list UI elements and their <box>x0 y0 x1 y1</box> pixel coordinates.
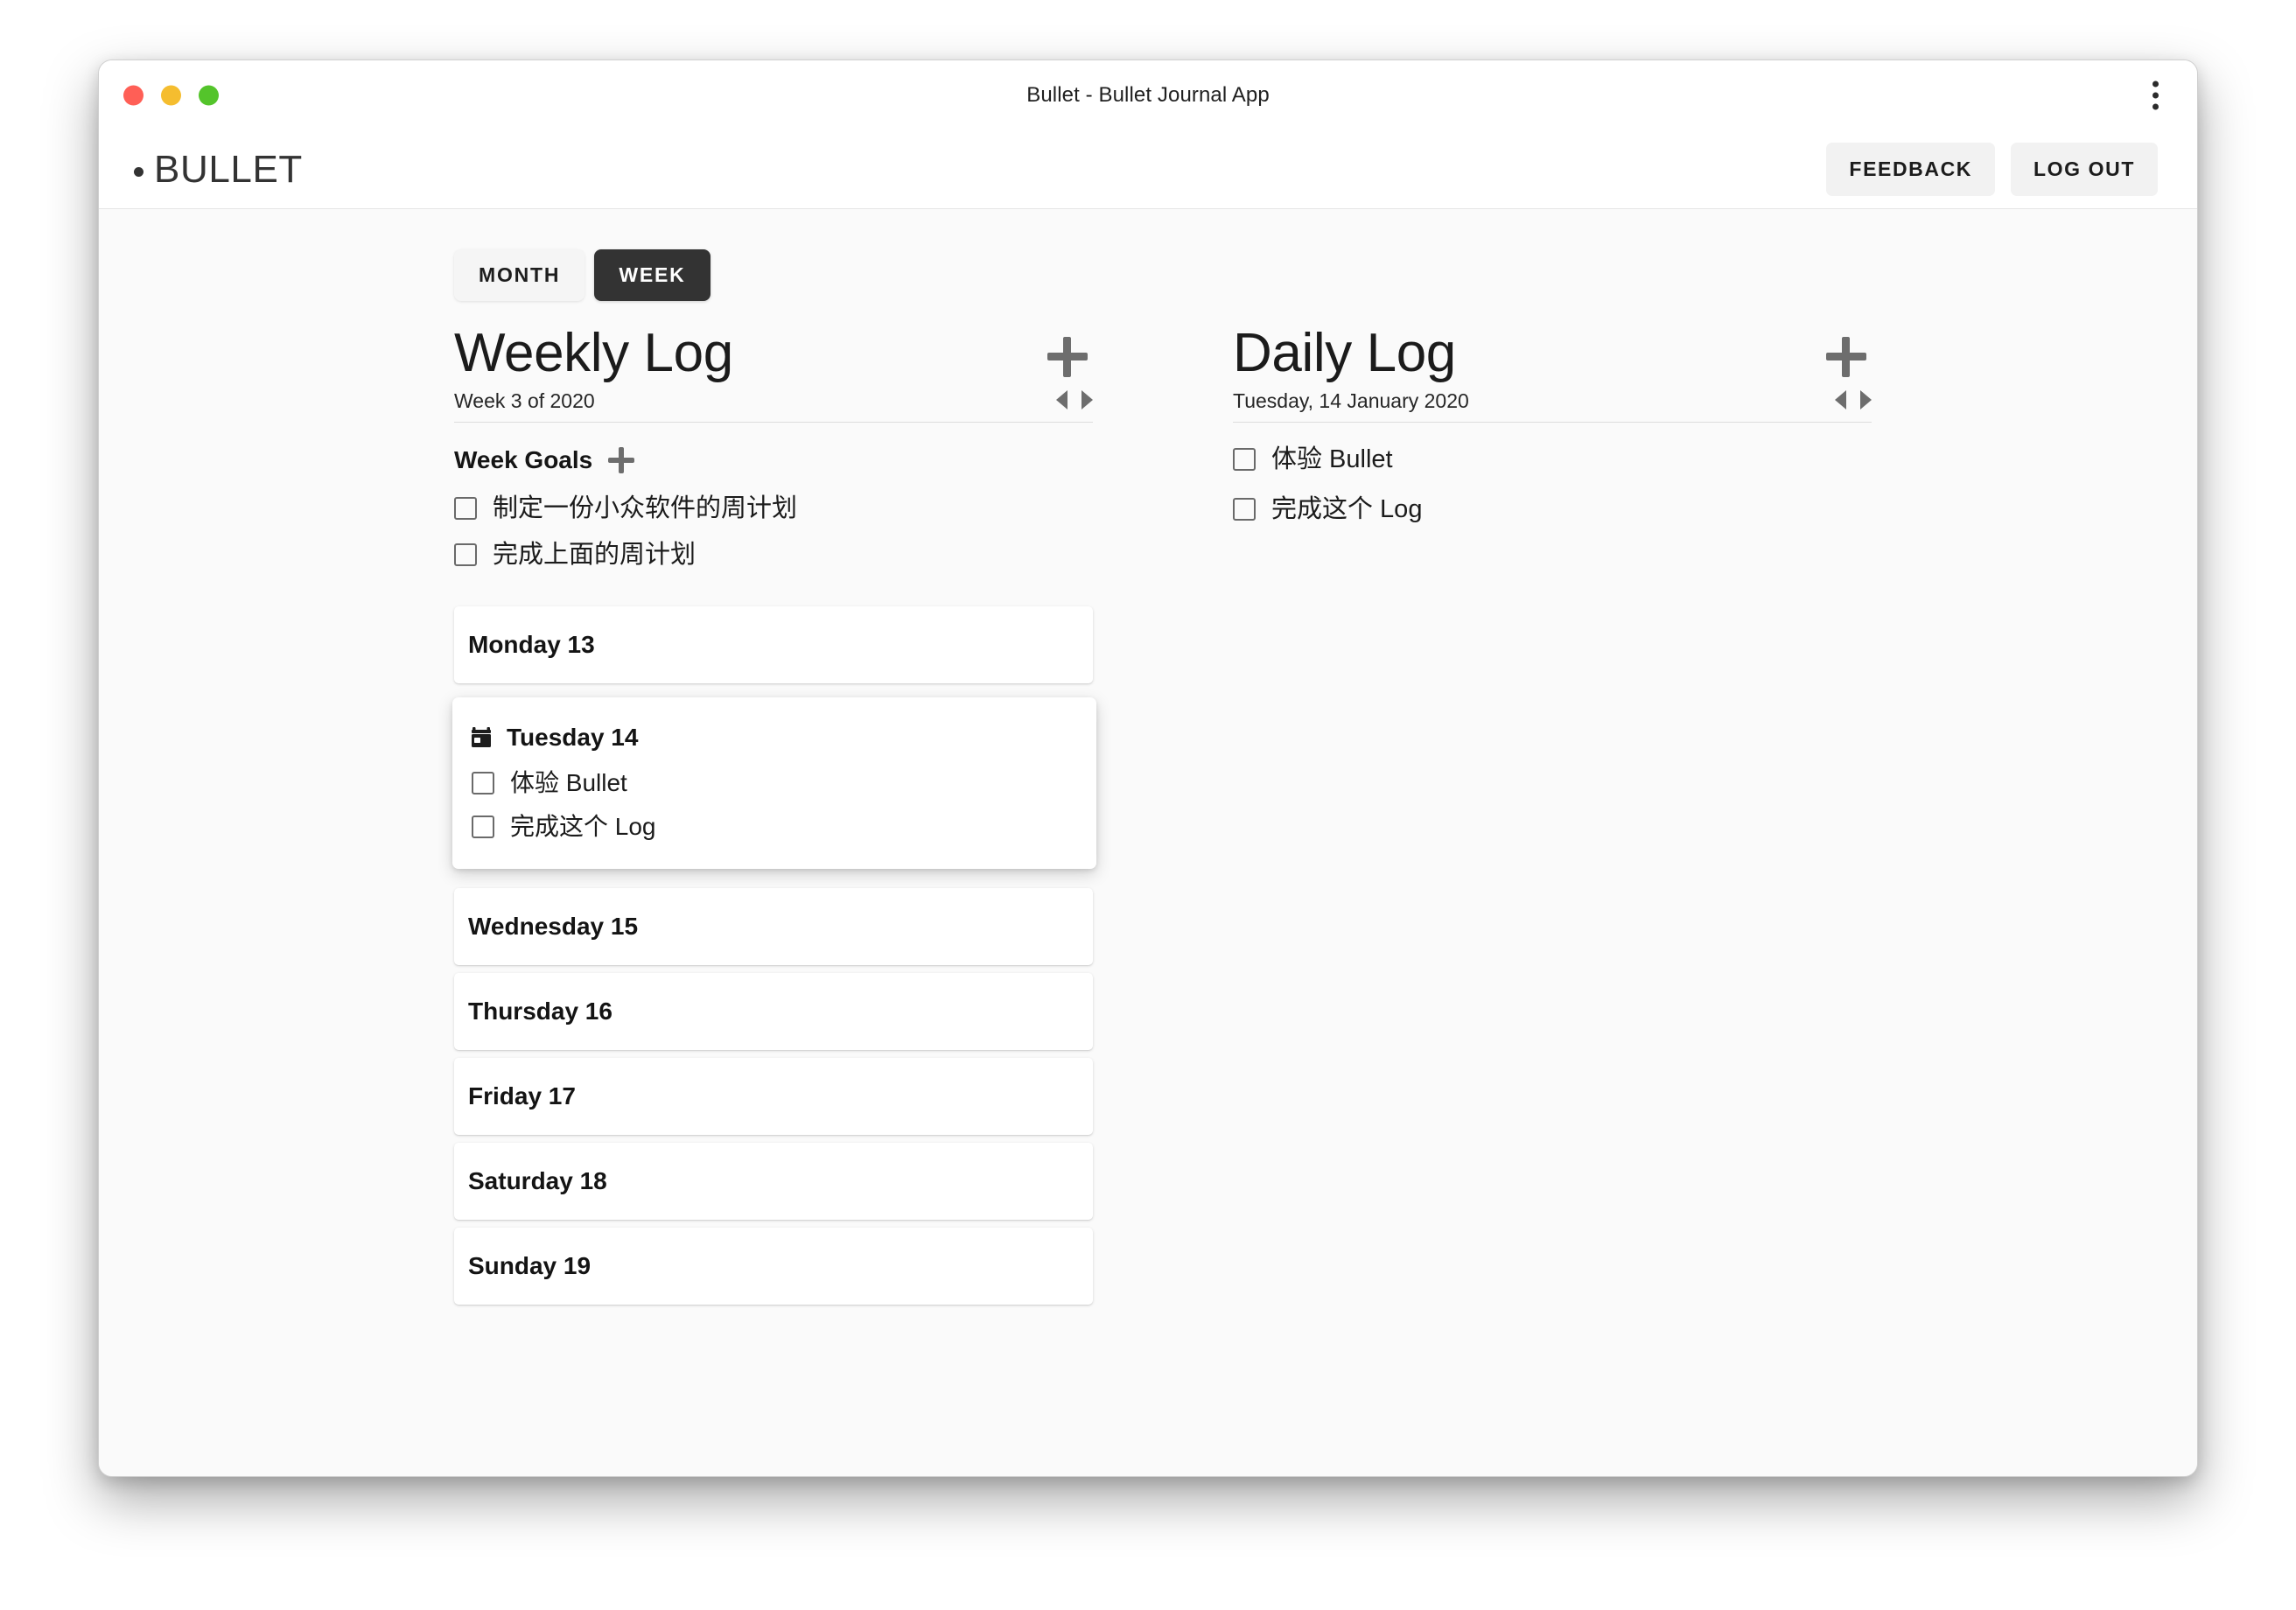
daily-log-panel: Daily Log Tuesday, 14 January 2020 体验 Bu… <box>1233 323 1872 1312</box>
weekly-log-title: Weekly Log <box>454 323 733 383</box>
chevron-left-icon[interactable] <box>1056 389 1068 410</box>
day-name: Saturday 18 <box>468 1166 607 1194</box>
window-titlebar: Bullet - Bullet Journal App <box>99 60 2197 130</box>
kebab-dot <box>2152 80 2159 88</box>
day-name: Wednesday 15 <box>468 912 639 940</box>
feedback-button[interactable]: FEEDBACK <box>1826 143 1996 196</box>
day-card-wednesday[interactable]: Wednesday 15 <box>454 887 1093 965</box>
chevron-left-icon[interactable] <box>1835 389 1846 410</box>
week-goal-item[interactable]: 制定一份小众软件的周计划 <box>454 494 1093 522</box>
day-card-tuesday[interactable]: Tuesday 14 体验 Bullet 完成这个 Log <box>452 696 1096 869</box>
header-actions: FEEDBACK LOG OUT <box>1826 143 2158 196</box>
day-card-header: Tuesday 14 <box>470 724 1077 752</box>
kebab-menu-icon[interactable] <box>2147 76 2164 116</box>
checkbox-icon[interactable] <box>454 497 477 521</box>
app-window: Bullet - Bullet Journal App BULLET FEEDB… <box>98 60 2198 1477</box>
checkbox-icon[interactable] <box>1233 448 1256 472</box>
daily-task-item[interactable]: 完成这个 Log <box>1233 494 1872 523</box>
traffic-light-group <box>123 85 219 106</box>
day-name: Friday 17 <box>468 1082 576 1110</box>
app-logo-text: BULLET <box>154 147 303 191</box>
add-week-goal-button[interactable] <box>606 445 636 475</box>
tab-week[interactable]: WEEK <box>594 249 710 301</box>
kebab-dot <box>2152 103 2159 110</box>
tab-month[interactable]: MONTH <box>454 249 585 301</box>
daily-task-label: 完成这个 Log <box>1271 494 1423 523</box>
daily-log-header: Daily Log Tuesday, 14 January 2020 <box>1233 323 1872 423</box>
weekly-log-panel: Weekly Log Week 3 of 2020 Week Goals 制定一… <box>452 323 1096 1312</box>
close-window-button[interactable] <box>123 85 144 106</box>
day-task-item[interactable]: 完成这个 Log <box>472 812 1077 840</box>
bullet-dot-icon <box>134 167 144 177</box>
day-card-saturday[interactable]: Saturday 18 <box>454 1142 1093 1220</box>
daily-log-nav <box>1835 389 1872 410</box>
add-daily-entry-button[interactable] <box>1823 333 1870 381</box>
checkbox-icon[interactable] <box>472 815 494 838</box>
app-content: MONTH WEEK Weekly Log Week 3 of 2020 Wee… <box>99 209 2197 1476</box>
daily-task-item[interactable]: 体验 Bullet <box>1233 444 1872 473</box>
checkbox-icon[interactable] <box>472 771 494 794</box>
app-header: BULLET FEEDBACK LOG OUT <box>99 130 2197 209</box>
day-task-label: 完成这个 Log <box>510 812 656 840</box>
day-name: Sunday 19 <box>468 1251 592 1279</box>
day-card-monday[interactable]: Monday 13 <box>454 606 1093 683</box>
daily-log-title: Daily Log <box>1233 323 1456 383</box>
add-week-entry-button[interactable] <box>1044 333 1091 381</box>
calendar-icon <box>470 726 493 749</box>
chevron-right-icon[interactable] <box>1860 389 1872 410</box>
app-logo[interactable]: BULLET <box>134 148 303 192</box>
weekly-log-header: Weekly Log Week 3 of 2020 <box>454 323 1093 423</box>
daily-task-label: 体验 Bullet <box>1271 444 1393 473</box>
day-name: Thursday 16 <box>468 997 612 1025</box>
log-columns: Weekly Log Week 3 of 2020 Week Goals 制定一… <box>452 323 2197 1312</box>
daily-log-subtitle: Tuesday, 14 January 2020 <box>1233 388 1469 412</box>
maximize-window-button[interactable] <box>199 85 219 106</box>
weekly-log-subtitle: Week 3 of 2020 <box>454 388 595 412</box>
chevron-right-icon[interactable] <box>1082 389 1093 410</box>
view-toggle-group: MONTH WEEK <box>454 249 710 301</box>
checkbox-icon[interactable] <box>454 543 477 567</box>
kebab-dot <box>2152 92 2159 99</box>
day-name: Tuesday 14 <box>507 723 639 751</box>
weekly-log-nav <box>1056 389 1093 410</box>
checkbox-icon[interactable] <box>1233 498 1256 522</box>
day-task-item[interactable]: 体验 Bullet <box>472 768 1077 796</box>
week-goal-label: 完成上面的周计划 <box>493 540 696 569</box>
week-goals-title: Week Goals <box>454 445 593 473</box>
day-card-thursday[interactable]: Thursday 16 <box>454 972 1093 1050</box>
week-goals-header: Week Goals <box>454 445 1093 475</box>
daily-task-list: 体验 Bullet 完成这个 Log <box>1233 444 1872 523</box>
week-day-list: Monday 13 Tuesday 14 体验 Bullet 完成这个 Log … <box>452 606 1096 1305</box>
week-goal-label: 制定一份小众软件的周计划 <box>493 494 798 522</box>
day-name: Monday 13 <box>468 630 595 658</box>
logout-button[interactable]: LOG OUT <box>2011 143 2158 196</box>
day-card-friday[interactable]: Friday 17 <box>454 1057 1093 1135</box>
window-title: Bullet - Bullet Journal App <box>1026 83 1270 107</box>
week-goal-item[interactable]: 完成上面的周计划 <box>454 542 1093 568</box>
day-task-label: 体验 Bullet <box>510 768 627 796</box>
day-card-sunday[interactable]: Sunday 19 <box>454 1227 1093 1305</box>
minimize-window-button[interactable] <box>161 85 181 106</box>
